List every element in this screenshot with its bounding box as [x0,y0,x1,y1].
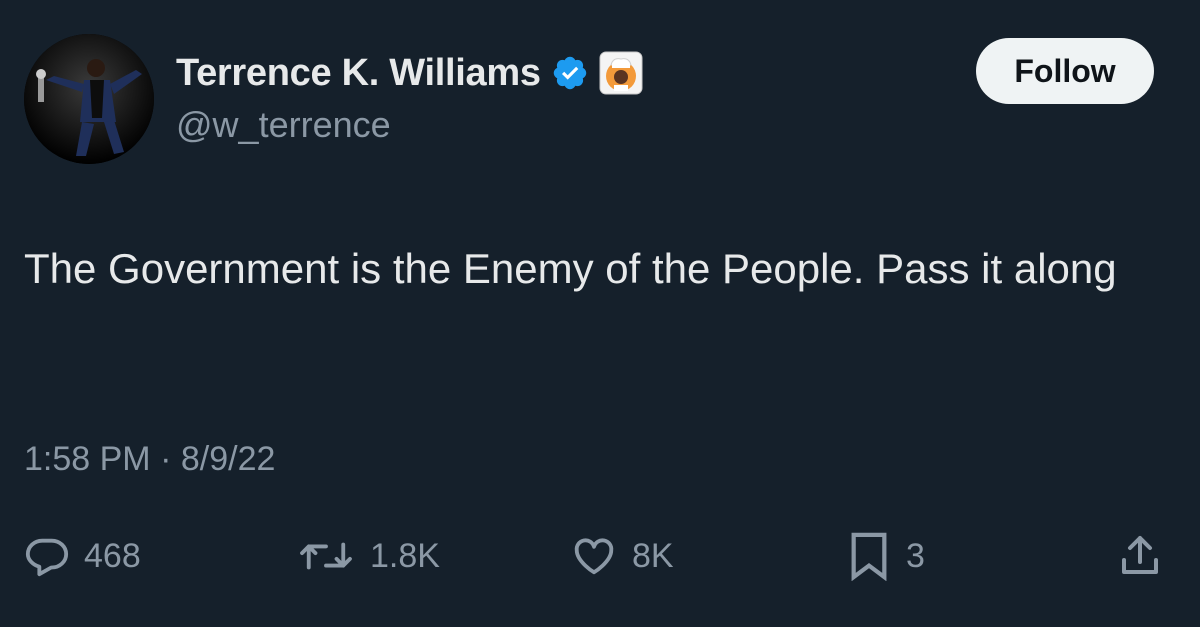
bookmark-button[interactable]: 3 [846,530,925,582]
tweet-time[interactable]: 1:58 PM [24,440,151,478]
heart-icon [570,533,618,579]
author-display-name[interactable]: Terrence K. Williams [176,52,541,95]
tweet-text: The Government is the Enemy of the Peopl… [24,245,1117,292]
retweet-icon [296,533,356,579]
like-button[interactable]: 8K [570,530,674,582]
tweet-timestamp[interactable]: 1:58 PM · 8/9/22 [24,440,275,479]
reply-button[interactable]: 468 [24,530,141,582]
bookmark-count: 3 [906,536,925,575]
tweet-card: Terrence K. Williams @w_terrence Follow … [0,0,1200,627]
retweet-button[interactable]: 1.8K [296,530,440,582]
reply-count: 468 [84,536,141,575]
like-count: 8K [632,536,674,575]
retweet-count: 1.8K [370,536,440,575]
reply-icon [24,533,70,579]
verified-badge-icon[interactable] [551,54,589,92]
timestamp-separator: · [160,440,172,478]
chef-avatar-badge-icon[interactable] [599,51,643,95]
share-icon [1114,532,1166,580]
share-button[interactable] [1114,530,1166,582]
author-name-row: Terrence K. Williams [176,46,643,100]
tweet-date[interactable]: 8/9/22 [181,440,276,478]
follow-button[interactable]: Follow [976,38,1154,104]
avatar[interactable] [24,34,154,164]
bookmark-icon [846,531,892,581]
author-handle[interactable]: @w_terrence [176,104,391,146]
